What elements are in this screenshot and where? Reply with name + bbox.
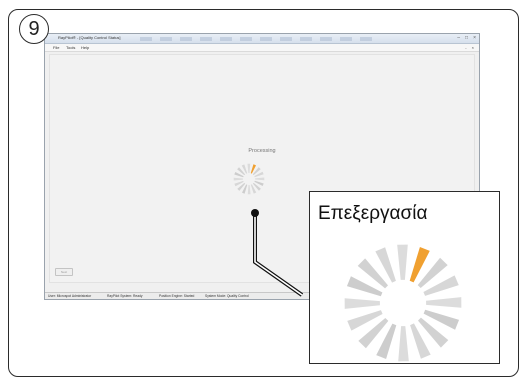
menu-help[interactable]: Help [81, 45, 89, 50]
next-button[interactable]: Next [55, 268, 73, 276]
close-button[interactable]: × [473, 35, 476, 42]
window-controls: – □ × [457, 35, 476, 42]
maximize-button[interactable]: □ [465, 35, 468, 42]
status-system: RayPilot System: Ready [107, 294, 143, 298]
loading-spinner-icon-zoomed [344, 244, 462, 362]
spinner-segment [247, 185, 251, 195]
spinner-segment [233, 177, 243, 181]
spinner-segment [247, 163, 251, 173]
callout-pointer-dot [251, 209, 259, 217]
window-title: RayPilot® - [Quality Control Status] [58, 35, 121, 40]
processing-label: Processing [248, 148, 276, 154]
title-bar: RayPilot® - [Quality Control Status] – □… [45, 34, 479, 44]
callout-label: Επεξεργασία [318, 203, 428, 224]
title-bar-decoration [140, 37, 380, 41]
mdi-window-controls[interactable]: - × [465, 45, 476, 50]
zoom-callout: Επεξεργασία [309, 191, 500, 364]
loading-spinner-icon [233, 163, 265, 195]
spinner-segment [397, 244, 408, 280]
spinner-segment [426, 297, 462, 308]
status-user: User: Microspot Administrator [48, 294, 92, 298]
spinner-segment [255, 177, 265, 181]
status-engine: Position Engine: Started [159, 294, 195, 298]
spinner-segment [398, 326, 409, 362]
menu-tools[interactable]: Tools [66, 45, 75, 50]
menu-file[interactable]: File [53, 45, 59, 50]
menu-bar: File Tools Help - × [45, 44, 479, 52]
minimize-button[interactable]: – [457, 35, 460, 42]
step-number-badge: 9 [19, 14, 49, 44]
spinner-segment [344, 298, 380, 309]
status-mode: System Mode: Quality Control [205, 294, 249, 298]
